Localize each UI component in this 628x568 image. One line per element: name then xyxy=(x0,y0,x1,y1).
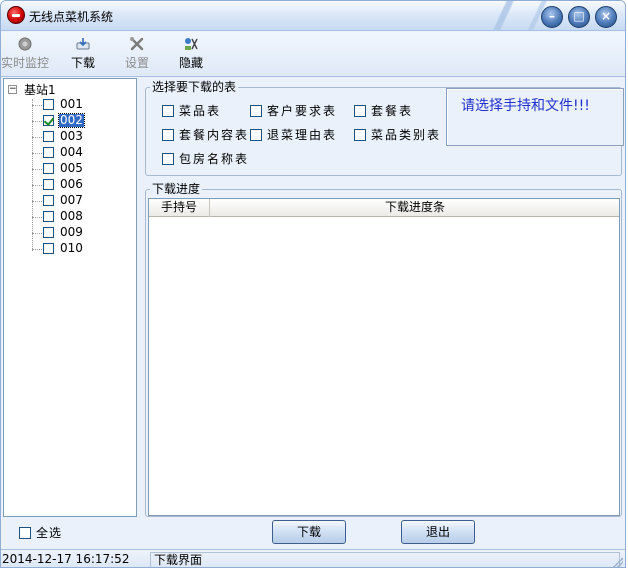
tree-branch-line xyxy=(32,185,42,186)
window-title: 无线点菜机系统 xyxy=(29,10,114,24)
option-checkbox[interactable] xyxy=(250,129,262,141)
tree-branch-line xyxy=(32,137,42,138)
exit-button[interactable]: 退出 xyxy=(401,520,475,544)
settings-button[interactable]: 设置 xyxy=(113,36,161,74)
select-all-label: 全选 xyxy=(36,526,63,540)
option-checkbox[interactable] xyxy=(250,105,262,117)
tree-item-checkbox[interactable] xyxy=(43,115,54,126)
minimize-button[interactable]: – xyxy=(541,6,563,28)
tree-item-label: 004 xyxy=(60,145,83,159)
tree-item-checkbox[interactable] xyxy=(43,163,54,174)
column-header-progress[interactable]: 下载进度条 xyxy=(210,199,620,217)
tree-item-checkbox[interactable] xyxy=(43,99,54,110)
maximize-icon: □ xyxy=(573,9,585,23)
title-bar[interactable]: 无线点菜机系统 – □ × xyxy=(1,1,625,31)
tree-branch-line xyxy=(32,249,42,250)
tree-item-004[interactable]: 004 xyxy=(32,145,122,161)
progress-list[interactable]: 手持号 下载进度条 xyxy=(148,198,620,516)
tree-item-label: 010 xyxy=(60,241,83,255)
resize-grip-icon[interactable] xyxy=(613,557,623,567)
tree-branch-line xyxy=(32,217,42,218)
tree-branch-line xyxy=(32,201,42,202)
option-checkbox[interactable] xyxy=(162,129,174,141)
tree-root-label: 基站1 xyxy=(24,83,56,97)
status-page: 下载界面 xyxy=(150,552,620,567)
close-button[interactable]: × xyxy=(595,6,617,28)
toolbar: 实时监控 下载 设置 隐藏 xyxy=(1,32,625,77)
option-label: 菜品类别表 xyxy=(371,128,442,142)
maximize-button[interactable]: □ xyxy=(568,6,590,28)
tables-group-title: 选择要下载的表 xyxy=(150,80,239,94)
tree-item-checkbox[interactable] xyxy=(43,227,54,238)
download-icon xyxy=(59,36,107,53)
tree-branch-line xyxy=(32,105,42,106)
settings-icon xyxy=(113,36,161,53)
minimize-icon: – xyxy=(549,9,555,23)
tree-item-checkbox[interactable] xyxy=(43,179,54,190)
tree-branch-line xyxy=(32,153,42,154)
tree-item-label: 003 xyxy=(60,129,83,143)
tree-branch-line xyxy=(32,121,42,122)
hint-panel: 请选择手持和文件!!! xyxy=(446,88,624,146)
tables-group: 选择要下载的表 菜品表 客户要求表 套餐表 套餐内容表 退菜理由表 菜品类别表 … xyxy=(145,80,624,176)
option-label: 套餐内容表 xyxy=(179,128,250,142)
app-logo-icon xyxy=(7,6,25,24)
realtime-monitor-button[interactable]: 实时监控 xyxy=(1,36,49,74)
hide-button[interactable]: 隐藏 xyxy=(167,36,215,74)
tree-item-005[interactable]: 005 xyxy=(32,161,122,177)
main-window: 无线点菜机系统 – □ × 实时监控 下载 设置 隐藏 − 基站1 001 00… xyxy=(0,0,626,568)
tree-item-checkbox[interactable] xyxy=(43,147,54,158)
download-tool-button[interactable]: 下载 xyxy=(59,36,107,74)
close-icon: × xyxy=(600,9,612,23)
tree-branch-line xyxy=(32,169,42,170)
option-label: 包房名称表 xyxy=(179,152,250,166)
status-datetime: 2014-12-17 16:17:52 xyxy=(2,552,130,566)
option-label: 套餐表 xyxy=(371,104,414,118)
tree-item-label: 002 xyxy=(58,113,85,128)
select-all-checkbox[interactable] xyxy=(19,527,31,539)
tree-item-checkbox[interactable] xyxy=(43,131,54,142)
tree-item-006[interactable]: 006 xyxy=(32,177,122,193)
column-header-handheld[interactable]: 手持号 xyxy=(149,199,210,217)
tree-item-label: 001 xyxy=(60,97,83,111)
status-bar: 2014-12-17 16:17:52 下载界面 xyxy=(1,549,625,567)
progress-group-title: 下载进度 xyxy=(150,182,203,196)
collapse-icon[interactable]: − xyxy=(8,85,17,94)
hint-message: 请选择手持和文件!!! xyxy=(461,98,590,114)
tree-item-label: 006 xyxy=(60,177,83,191)
tree-item-label: 009 xyxy=(60,225,83,239)
hide-icon xyxy=(167,36,215,53)
tree-item-label: 008 xyxy=(60,209,83,223)
option-checkbox[interactable] xyxy=(354,105,366,117)
option-label: 客户要求表 xyxy=(267,104,338,118)
tree-item-001[interactable]: 001 xyxy=(32,97,122,113)
hide-label: 隐藏 xyxy=(178,56,203,70)
tree-branch-line xyxy=(32,233,42,234)
tree-item-002[interactable]: 002 xyxy=(32,113,122,129)
option-checkbox[interactable] xyxy=(162,153,174,165)
tree-item-checkbox[interactable] xyxy=(43,195,54,206)
tree-item-label: 007 xyxy=(60,193,83,207)
tree-item-003[interactable]: 003 xyxy=(32,129,122,145)
progress-list-header: 手持号 下载进度条 xyxy=(149,199,619,217)
tree-item-checkbox[interactable] xyxy=(43,243,54,254)
tree-item-008[interactable]: 008 xyxy=(32,209,122,225)
tree-item-checkbox[interactable] xyxy=(43,211,54,222)
tree-item-009[interactable]: 009 xyxy=(32,225,122,241)
tree-item-007[interactable]: 007 xyxy=(32,193,122,209)
monitor-icon xyxy=(1,36,49,53)
progress-group: 下载进度 手持号 下载进度条 xyxy=(145,182,622,517)
tree-item-label: 005 xyxy=(60,161,83,175)
option-label: 退菜理由表 xyxy=(267,128,338,142)
settings-label: 设置 xyxy=(124,56,149,70)
option-checkbox[interactable] xyxy=(162,105,174,117)
download-tool-label: 下载 xyxy=(70,56,95,70)
download-button[interactable]: 下载 xyxy=(272,520,346,544)
option-label: 菜品表 xyxy=(179,104,222,118)
base-station-tree[interactable]: − 基站1 001 002 003 004 005 006 007 008 00… xyxy=(3,78,137,517)
tree-item-010[interactable]: 010 xyxy=(32,241,122,257)
realtime-monitor-label: 实时监控 xyxy=(1,56,50,70)
option-checkbox[interactable] xyxy=(354,129,366,141)
